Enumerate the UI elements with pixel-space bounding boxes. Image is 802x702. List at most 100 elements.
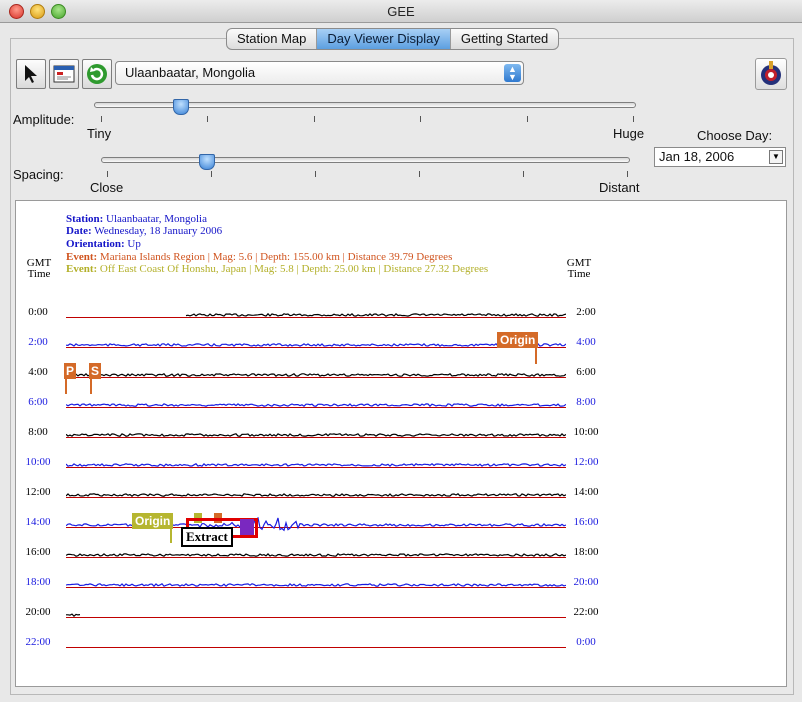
row-time-left: 16:00 xyxy=(25,546,51,558)
row-time-right: 12:00 xyxy=(573,456,599,468)
slider-tick xyxy=(526,116,528,122)
tab-day-viewer-display[interactable]: Day Viewer Display xyxy=(317,29,451,49)
row-time-left: 14:00 xyxy=(25,516,51,528)
slider-tick xyxy=(101,116,102,122)
date-info: Date: Wednesday, 18 January 2006 xyxy=(66,225,222,237)
seismogram-trace[interactable] xyxy=(66,485,566,509)
row-time-right: 10:00 xyxy=(573,426,599,438)
spacing-min-label: Close xyxy=(90,180,124,195)
date-info-value: Wednesday, 18 January 2006 xyxy=(94,225,223,237)
window-title: GEE xyxy=(387,4,415,19)
row-time-right: 2:00 xyxy=(576,306,596,318)
amplitude-label: Amplitude: xyxy=(13,112,75,127)
calendar-tool-button[interactable] xyxy=(49,59,79,89)
slider-tick xyxy=(633,116,634,122)
station-select[interactable]: Ulaanbaatar, Mongolia ▲ ▼ xyxy=(115,61,524,85)
station-info: Station: Ulaanbaatar, Mongolia xyxy=(66,213,207,225)
seismogram-trace[interactable] xyxy=(66,335,566,359)
seismogram-trace[interactable] xyxy=(66,365,566,389)
s-wave-marker-pole xyxy=(90,377,92,394)
row-time-right: 18:00 xyxy=(573,546,599,558)
row-time-right: 20:00 xyxy=(573,576,599,588)
seismogram-line xyxy=(66,582,566,588)
row-time-right: 16:00 xyxy=(573,516,599,528)
station-info-key: Station: xyxy=(66,213,104,225)
seismogram-line xyxy=(66,613,81,618)
seismogram-trace[interactable] xyxy=(66,305,566,329)
row-time-right: 4:00 xyxy=(576,336,596,348)
spacing-slider-thumb[interactable] xyxy=(199,154,216,170)
row-time-left: 12:00 xyxy=(25,486,51,498)
choose-day-field[interactable]: Jan 18, 2006 ▼ xyxy=(654,147,786,167)
seismogram-trace[interactable] xyxy=(66,455,566,479)
gmt-time-left-header: GMT Time xyxy=(22,258,56,280)
day-viewer-panel[interactable]: Station: Ulaanbaatar, Mongolia Date: Wed… xyxy=(15,200,787,687)
gee-logo-icon[interactable] xyxy=(755,58,787,90)
orientation-info: Orientation: Up xyxy=(66,238,141,250)
p-wave-marker-pole xyxy=(65,377,67,394)
amplitude-slider-thumb[interactable] xyxy=(173,99,190,115)
slider-tick xyxy=(420,116,422,122)
tab-station-map[interactable]: Station Map xyxy=(227,29,318,49)
seismogram-line xyxy=(66,372,566,377)
gmt-time-right-header: GMT Time xyxy=(562,258,596,280)
seismogram-trace[interactable] xyxy=(66,575,566,599)
seismogram-trace[interactable] xyxy=(66,395,566,419)
amplitude-max-label: Huge xyxy=(613,126,645,141)
calendar-icon xyxy=(53,65,75,83)
origin-marker-event1[interactable]: Origin xyxy=(497,332,539,348)
spacing-slider-track[interactable] xyxy=(101,157,630,163)
tab-bar: Station Map Day Viewer Display Getting S… xyxy=(226,28,560,50)
selection-marker[interactable] xyxy=(240,519,254,535)
seismogram-trace[interactable] xyxy=(66,635,566,659)
seismogram-line xyxy=(66,493,566,497)
time-left-label: Time xyxy=(27,268,51,280)
date-info-key: Date: xyxy=(66,225,92,237)
origin-marker-event2[interactable]: Origin xyxy=(132,513,174,529)
row-time-left: 20:00 xyxy=(25,606,51,618)
chevron-updown-icon: ▲ ▼ xyxy=(504,64,521,82)
slider-tick xyxy=(211,171,212,177)
refresh-icon xyxy=(87,64,107,84)
extract-button[interactable]: Extract xyxy=(181,527,233,547)
event2-info-key: Event: xyxy=(66,263,98,275)
row-time-left: 18:00 xyxy=(25,576,51,588)
row-time-left: 6:00 xyxy=(28,396,48,408)
slider-tick xyxy=(419,171,420,177)
row-time-right: 6:00 xyxy=(576,366,596,378)
seismogram-line xyxy=(66,403,566,408)
arrow-tool-button[interactable] xyxy=(16,59,46,89)
seismogram-line xyxy=(66,342,566,347)
row-time-left: 4:00 xyxy=(28,366,48,378)
arrow-cursor-icon xyxy=(25,65,37,83)
row-time-left: 22:00 xyxy=(25,636,51,648)
seismogram-line xyxy=(66,553,566,557)
event1-info-value: Mariana Islands Region | Mag: 5.6 | Dept… xyxy=(99,251,453,263)
station-select-value: Ulaanbaatar, Mongolia xyxy=(125,65,256,80)
slider-tick xyxy=(315,171,316,177)
seismogram-trace[interactable] xyxy=(66,425,566,449)
seismogram-trace[interactable] xyxy=(66,605,566,629)
row-time-left: 8:00 xyxy=(28,426,48,438)
slider-tick xyxy=(107,171,108,177)
slider-tick xyxy=(313,116,315,122)
choose-day-value: Jan 18, 2006 xyxy=(659,149,735,164)
title-bar[interactable]: GEE xyxy=(0,0,802,23)
amplitude-min-label: Tiny xyxy=(87,126,112,141)
choose-day-label: Choose Day: xyxy=(697,128,773,143)
seismogram-line xyxy=(66,433,566,437)
row-time-right: 8:00 xyxy=(576,396,596,408)
origin-marker-event1-pole xyxy=(535,347,537,364)
chevron-down-icon[interactable]: ▼ xyxy=(769,150,783,164)
event2-info: Event: Off East Coast Of Honshu, Japan |… xyxy=(66,263,488,275)
row-time-right: 0:00 xyxy=(576,636,596,648)
row-time-left: 10:00 xyxy=(25,456,51,468)
refresh-tool-button[interactable] xyxy=(82,59,112,89)
time-right-label: Time xyxy=(567,268,591,280)
slider-tick xyxy=(523,171,524,177)
event1-info-key: Event: xyxy=(66,251,98,263)
tab-getting-started[interactable]: Getting Started xyxy=(451,29,558,49)
seismogram-trace[interactable] xyxy=(66,545,566,569)
app-window: GEE Station Map Day Viewer Display Getti… xyxy=(0,0,802,702)
origin-marker-event2-pole xyxy=(170,513,172,543)
